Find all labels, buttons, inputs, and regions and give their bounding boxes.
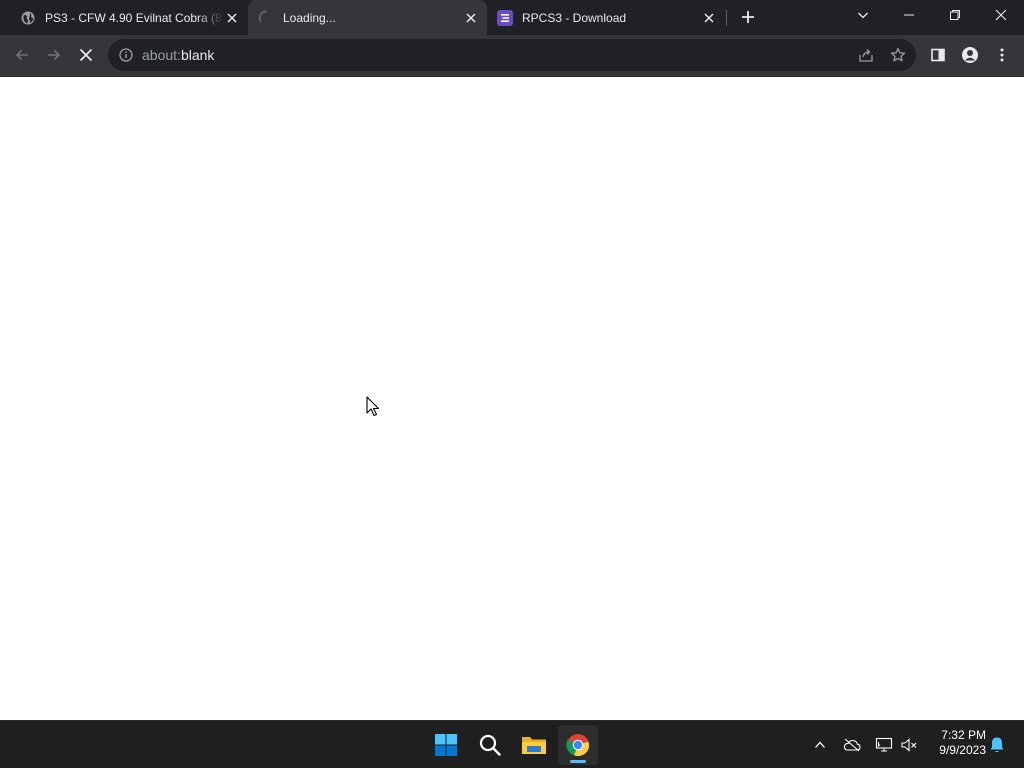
star-icon bbox=[890, 47, 906, 62]
close-window-button[interactable] bbox=[978, 0, 1024, 30]
taskbar-clock[interactable]: 7:32 PM 9/9/2023 bbox=[926, 728, 986, 758]
show-hidden-icons-button[interactable] bbox=[809, 733, 831, 757]
chevron-up-icon bbox=[815, 741, 825, 748]
close-icon bbox=[995, 9, 1007, 21]
back-button[interactable] bbox=[8, 41, 36, 69]
rpcs3-logo-icon bbox=[497, 9, 513, 26]
windows-taskbar: 7:32 PM 9/9/2023 bbox=[0, 720, 1024, 768]
chevron-down-icon bbox=[858, 12, 868, 19]
side-panel-icon bbox=[931, 48, 945, 62]
url-text[interactable]: about:blank bbox=[142, 47, 214, 63]
tab-ps3-cfw[interactable]: PS3 - CFW 4.90 Evilnat Cobra (8.4 bbox=[8, 0, 248, 35]
tab-rpcs3-download[interactable]: RPCS3 - Download bbox=[487, 0, 725, 35]
tab-close-button[interactable] bbox=[701, 10, 717, 26]
clock-time: 7:32 PM bbox=[941, 728, 986, 742]
start-button[interactable] bbox=[426, 725, 466, 765]
tab-separator bbox=[726, 10, 727, 26]
tab-close-button[interactable] bbox=[463, 10, 479, 26]
clock-date: 9/9/2023 bbox=[939, 743, 986, 757]
taskbar-search-button[interactable] bbox=[470, 725, 510, 765]
side-panel-button[interactable] bbox=[924, 41, 952, 69]
network-icon bbox=[875, 737, 893, 752]
profile-button[interactable] bbox=[956, 41, 984, 69]
profile-icon bbox=[962, 47, 978, 63]
url-host: blank bbox=[180, 47, 215, 63]
url-scheme: about: bbox=[142, 47, 181, 63]
tab-loading[interactable]: Loading... bbox=[248, 0, 487, 35]
bookmark-button[interactable] bbox=[886, 43, 910, 67]
tab-strip: PS3 - CFW 4.90 Evilnat Cobra (8.4 Loadin… bbox=[0, 0, 1024, 35]
tab-title: RPCS3 - Download bbox=[522, 10, 627, 25]
more-vert-icon bbox=[1000, 48, 1004, 62]
address-bar[interactable]: about:blank bbox=[108, 39, 916, 71]
mouse-cursor-icon bbox=[366, 396, 380, 422]
onedrive-tray-button[interactable] bbox=[841, 733, 863, 757]
restore-button[interactable] bbox=[932, 0, 978, 30]
notifications-button[interactable] bbox=[986, 733, 1008, 757]
arrow-right-icon bbox=[48, 49, 61, 61]
active-app-indicator bbox=[570, 760, 586, 763]
plus-icon bbox=[742, 11, 754, 23]
minimize-icon bbox=[904, 14, 914, 16]
tab-title: PS3 - CFW 4.90 Evilnat Cobra (8.4 bbox=[45, 10, 224, 25]
onedrive-offline-icon bbox=[843, 738, 861, 752]
site-info-icon[interactable] bbox=[118, 47, 134, 63]
chrome-icon bbox=[566, 734, 590, 757]
chrome-taskbar-button[interactable] bbox=[558, 725, 598, 765]
volume-tray-button[interactable] bbox=[898, 733, 920, 757]
loading-spinner-icon bbox=[258, 10, 274, 26]
forward-button[interactable] bbox=[40, 41, 68, 69]
restore-icon bbox=[950, 10, 960, 20]
windows-start-icon bbox=[435, 734, 457, 756]
network-tray-button[interactable] bbox=[873, 733, 895, 757]
file-explorer-button[interactable] bbox=[514, 725, 554, 765]
share-icon bbox=[859, 49, 873, 62]
stop-icon bbox=[79, 48, 93, 62]
arrow-left-icon bbox=[15, 49, 28, 61]
search-icon bbox=[479, 734, 501, 756]
tab-title: Loading... bbox=[283, 10, 336, 25]
new-tab-button[interactable] bbox=[736, 5, 760, 29]
bell-icon bbox=[990, 737, 1004, 753]
share-button[interactable] bbox=[854, 43, 878, 67]
stop-loading-button[interactable] bbox=[72, 41, 100, 69]
page-viewport[interactable] bbox=[0, 77, 1024, 720]
menu-button[interactable] bbox=[988, 41, 1016, 69]
globe-icon bbox=[20, 10, 36, 26]
volume-muted-icon bbox=[901, 738, 917, 752]
tab-search-button[interactable] bbox=[840, 0, 886, 30]
file-explorer-icon bbox=[522, 737, 546, 754]
minimize-button[interactable] bbox=[886, 0, 932, 30]
tab-close-button[interactable] bbox=[224, 10, 240, 26]
browser-toolbar: about:blank bbox=[0, 35, 1024, 77]
